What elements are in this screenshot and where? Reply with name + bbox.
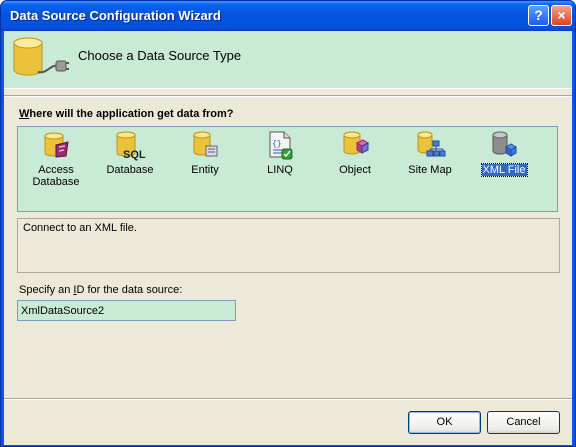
svg-text:{}: {}: [272, 140, 282, 149]
prompt-text: here will the application get data from?: [29, 108, 234, 120]
source-type-prompt: Where will the application get data from…: [19, 108, 234, 120]
object-icon: [323, 129, 387, 161]
type-item-database[interactable]: SQL Database: [98, 129, 162, 201]
type-item-xml-file[interactable]: XML File: [472, 129, 536, 201]
wizard-header: Choose a Data Source Type: [4, 31, 572, 89]
header-divider: [4, 95, 572, 97]
type-label-line1: XML File: [480, 163, 528, 177]
type-label-line1: Access: [38, 164, 74, 176]
data-source-id-label: Specify an ID for the data source:: [19, 284, 182, 296]
title-bar[interactable]: Data Source Configuration Wizard ? ×: [1, 1, 575, 31]
type-label-line1: LINQ: [267, 164, 293, 176]
type-label-line1: Entity: [191, 164, 219, 176]
database-sql-icon: SQL: [98, 129, 162, 161]
svg-text:SQL: SQL: [123, 149, 146, 161]
linq-icon: {}: [248, 129, 312, 161]
close-button[interactable]: ×: [551, 5, 572, 26]
type-item-site-map[interactable]: Site Map: [398, 129, 462, 201]
database-plug-icon: [8, 34, 70, 87]
access-database-icon: [24, 129, 88, 161]
ok-button[interactable]: OK: [408, 411, 481, 434]
data-source-id-input[interactable]: [17, 300, 236, 321]
data-source-type-list[interactable]: Access Database SQL Database Entity {} L…: [17, 126, 558, 212]
window-title: Data Source Configuration Wizard: [10, 8, 221, 23]
cancel-button[interactable]: Cancel: [487, 411, 560, 434]
wizard-window: Data Source Configuration Wizard ? × Cho…: [0, 0, 576, 447]
type-label-line1: Database: [106, 164, 154, 176]
id-label-rest: D for the data source:: [76, 284, 183, 296]
type-item-entity[interactable]: Entity: [173, 129, 237, 201]
type-item-access-database[interactable]: Access Database: [24, 129, 88, 201]
type-label-line2: Database: [32, 176, 80, 188]
dialog-body: Choose a Data Source Type Where will the…: [4, 31, 572, 445]
prompt-accelerator: W: [19, 108, 30, 120]
type-description: Connect to an XML file.: [17, 218, 560, 273]
type-label-line1: Site Map: [408, 164, 452, 176]
footer-divider: [4, 398, 572, 400]
entity-icon: [173, 129, 237, 161]
id-label-prefix: Specify an: [19, 284, 74, 296]
type-label-line1: Object: [339, 164, 371, 176]
help-button[interactable]: ?: [528, 5, 549, 26]
xml-file-icon: [472, 129, 536, 161]
site-map-icon: [398, 129, 462, 161]
type-item-object[interactable]: Object: [323, 129, 387, 201]
wizard-step-title: Choose a Data Source Type: [78, 48, 242, 63]
type-item-linq[interactable]: {} LINQ: [248, 129, 312, 201]
